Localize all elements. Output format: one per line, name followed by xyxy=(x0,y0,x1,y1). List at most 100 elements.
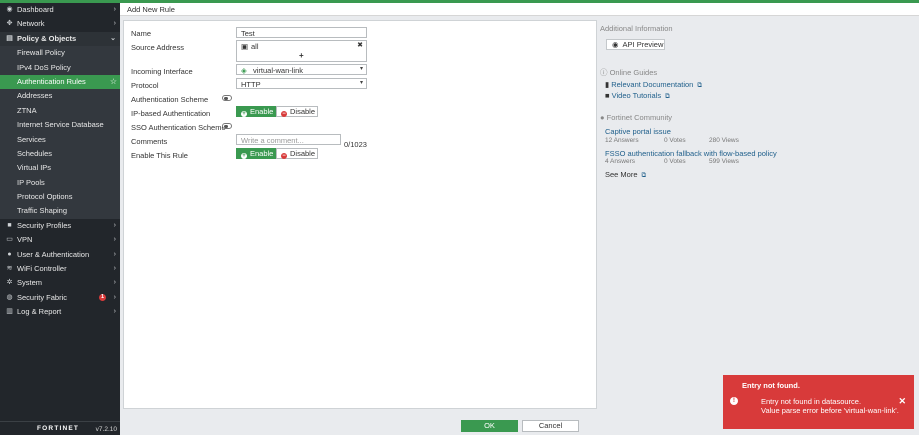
see-more-link[interactable]: See More ⧉ xyxy=(605,170,646,180)
sidebar-item-policy-objects[interactable]: ▤ Policy & Objects ⌄ xyxy=(0,31,120,47)
user-icon: ● xyxy=(7,250,12,258)
sidebar-item-log-report[interactable]: ▥ Log & Report › xyxy=(0,305,120,319)
relevant-documentation-link[interactable]: ▮ Relevant Documentation ⧉ xyxy=(605,80,702,90)
protocol-select[interactable]: HTTP ▾ xyxy=(236,78,367,89)
sidebar-item-system[interactable]: ✲ System › xyxy=(0,276,120,290)
ip-based-authentication-label: IP-based Authentication xyxy=(131,109,211,118)
video-icon: ■ xyxy=(605,91,612,100)
fabric-icon: ◍ xyxy=(6,293,13,301)
address-icon: ▣ xyxy=(241,42,249,51)
sidebar-item-addresses[interactable]: Addresses xyxy=(0,89,120,104)
toast-message-line: Value parse error before 'virtual-wan-li… xyxy=(761,406,899,415)
sidebar-item-security-profiles[interactable]: ■ Security Profiles › xyxy=(0,219,120,233)
comments-textarea[interactable]: Write a comment... xyxy=(236,134,341,145)
rule-enable-button[interactable]: + Enable xyxy=(236,148,276,159)
page-header: Add New Rule xyxy=(120,3,919,16)
chevron-right-icon: › xyxy=(113,20,116,28)
post-answers: 12 Answers xyxy=(605,137,639,144)
sidebar-item-network[interactable]: ✥ Network › xyxy=(0,17,120,31)
post-views: 280 Views xyxy=(709,137,739,144)
incoming-interface-select[interactable]: ◈ virtual-wan-link ▾ xyxy=(236,64,367,75)
network-icon: ✥ xyxy=(6,20,13,28)
chevron-right-icon: › xyxy=(113,221,116,229)
gear-icon: ✲ xyxy=(6,279,13,287)
rule-disable-button[interactable]: − Disable xyxy=(276,148,318,159)
chevron-right-icon: › xyxy=(113,250,116,258)
sidebar-item-dashboard[interactable]: ◉ Dashboard › xyxy=(0,3,120,17)
sidebar-item-ztna[interactable]: ZTNA xyxy=(0,103,120,119)
info-panel: Additional Information ◉ API Preview ⓘ On… xyxy=(599,20,919,410)
api-preview-button[interactable]: ◉ API Preview xyxy=(606,39,665,50)
post-votes: 0 Votes xyxy=(664,137,686,144)
community-post-link[interactable]: FSSO authentication fallback with flow-b… xyxy=(605,149,777,158)
version-label: v7.2.10 xyxy=(95,426,117,433)
sidebar-item-security-fabric[interactable]: ◍ Security Fabric 1 › xyxy=(0,291,120,305)
star-icon[interactable]: ☆ xyxy=(110,75,117,89)
ip-auth-enable-button[interactable]: + Enable xyxy=(236,106,276,117)
rule-form: Name Test Source Address ▣ all ✖ + Incom… xyxy=(123,20,597,409)
toast-title: Entry not found. xyxy=(742,381,800,390)
enable-this-rule-label: Enable This Rule xyxy=(131,151,188,160)
fortinet-logo: FORTINET xyxy=(37,425,80,432)
chevron-right-icon: › xyxy=(113,279,116,287)
incoming-interface-label: Incoming Interface xyxy=(131,67,193,76)
name-input[interactable]: Test xyxy=(236,27,367,38)
sidebar-item-protocol-options[interactable]: Protocol Options xyxy=(0,190,120,205)
disable-icon: − xyxy=(281,111,287,117)
community-post-link[interactable]: Captive portal issue xyxy=(605,127,671,136)
toast-message-line: Entry not found in datasource. xyxy=(761,397,862,406)
sidebar-item-ipv4-dos-policy[interactable]: IPv4 DoS Policy xyxy=(0,60,120,75)
dashboard-icon: ◉ xyxy=(6,6,13,13)
sidebar: ◉ Dashboard › ✥ Network › ▤ Policy & Objects ⌄… xyxy=(0,3,120,435)
sidebar-item-authentication-rules[interactable]: Authentication Rules ☆ xyxy=(0,74,120,90)
source-address-entry: all xyxy=(251,42,259,51)
close-icon[interactable]: ✕ xyxy=(898,396,906,407)
notification-badge: 1 xyxy=(99,294,106,302)
sidebar-item-traffic-shaping[interactable]: Traffic Shaping xyxy=(0,204,120,219)
sidebar-item-wifi-controller[interactable]: ≋ WiFi Controller › xyxy=(0,262,120,276)
ip-auth-disable-button[interactable]: − Disable xyxy=(276,106,318,117)
chevron-down-icon: ⌄ xyxy=(110,34,116,42)
chevron-right-icon: › xyxy=(113,293,116,301)
video-tutorials-link[interactable]: ■ Video Tutorials ⧉ xyxy=(605,91,670,101)
disable-icon: − xyxy=(281,153,287,159)
add-entry-icon[interactable]: + xyxy=(299,51,304,60)
comments-counter: 0/1023 xyxy=(344,140,367,149)
check-icon: + xyxy=(241,111,247,117)
sidebar-item-internet-service-database[interactable]: Internet Service Database xyxy=(0,118,120,133)
help-icon: ⓘ xyxy=(600,68,610,77)
comments-label: Comments xyxy=(131,137,168,146)
post-votes: 0 Votes xyxy=(664,158,686,165)
sidebar-item-schedules[interactable]: Schedules xyxy=(0,146,120,162)
authentication-scheme-label: Authentication Scheme xyxy=(131,95,209,104)
check-icon: + xyxy=(241,153,247,159)
sidebar-item-vpn[interactable]: ▭ VPN › xyxy=(0,233,120,247)
error-toast: Entry not found. ! Entry not found in da… xyxy=(723,375,914,429)
post-answers: 4 Answers xyxy=(605,158,635,165)
external-link-icon: ⧉ xyxy=(665,93,670,100)
chevron-right-icon: › xyxy=(113,236,116,244)
chevron-right-icon: › xyxy=(113,6,116,13)
sidebar-item-firewall-policy[interactable]: Firewall Policy xyxy=(0,46,120,61)
source-address-label: Source Address xyxy=(131,43,184,52)
sidebar-item-ip-pools[interactable]: IP Pools xyxy=(0,175,120,191)
sidebar-item-virtual-ips[interactable]: Virtual IPs xyxy=(0,161,120,176)
error-icon: ! xyxy=(730,397,738,405)
online-guides-title: ⓘ Online Guides xyxy=(600,68,658,77)
interface-icon: ◈ xyxy=(241,66,247,75)
eye-icon: ◉ xyxy=(612,40,619,49)
protocol-label: Protocol xyxy=(131,81,159,90)
sidebar-item-user-authentication[interactable]: ● User & Authentication › xyxy=(0,248,120,262)
cancel-button[interactable]: Cancel xyxy=(522,420,579,432)
chart-icon: ▥ xyxy=(6,308,13,316)
ok-button[interactable]: OK xyxy=(461,420,518,432)
sso-authentication-toggle[interactable] xyxy=(222,123,232,129)
remove-entry-icon[interactable]: ✖ xyxy=(357,41,363,49)
chevron-right-icon: › xyxy=(113,308,116,316)
sidebar-item-services[interactable]: Services xyxy=(0,132,120,147)
policy-icon: ▤ xyxy=(6,34,13,42)
post-views: 599 Views xyxy=(709,158,739,165)
authentication-scheme-toggle[interactable] xyxy=(222,95,232,101)
source-address-field[interactable]: ▣ all ✖ + xyxy=(236,40,367,62)
chevron-down-icon: ▾ xyxy=(359,66,363,72)
